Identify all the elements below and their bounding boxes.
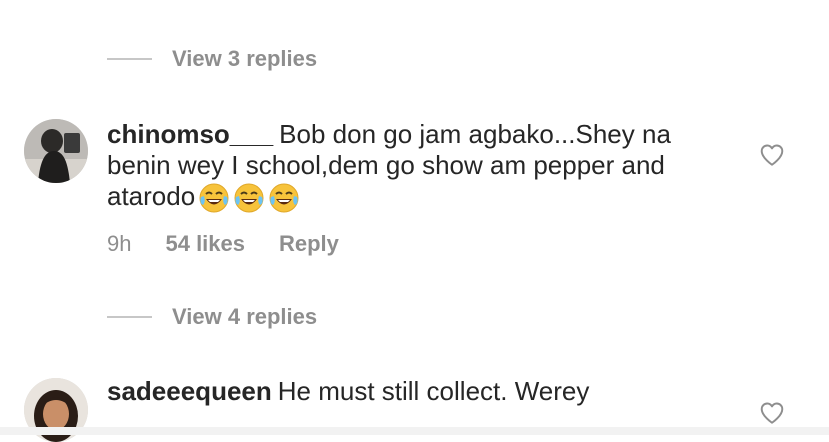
comment-body: sadeeequeen He must still collect. Werey <box>107 376 727 407</box>
avatar-photo <box>24 119 88 183</box>
likes-count[interactable]: 54 likes <box>165 231 245 257</box>
view-replies-button[interactable]: View 4 replies <box>107 302 317 332</box>
comment-meta: 9h 54 likes Reply <box>107 231 339 257</box>
comment-body: chinomso___ Bob don go jam agbako...Shey … <box>107 119 727 213</box>
view-replies-label: View 4 replies <box>172 304 318 329</box>
emoji-group <box>199 183 299 213</box>
face-with-tears-of-joy-icon <box>234 183 264 213</box>
comment-text: He must still collect. Werey <box>277 376 590 406</box>
face-with-tears-of-joy-icon <box>269 183 299 213</box>
heart-outline-icon[interactable] <box>759 400 785 426</box>
reply-thread-line <box>107 316 152 318</box>
avatar[interactable] <box>24 119 88 183</box>
bottom-toolbar-edge <box>0 427 829 435</box>
comment-timestamp: 9h <box>107 231 132 256</box>
reply-thread-line <box>107 58 152 60</box>
face-with-tears-of-joy-icon <box>199 183 229 213</box>
comment-username[interactable]: chinomso___ <box>107 119 273 149</box>
comment-username[interactable]: sadeeequeen <box>107 376 272 406</box>
view-replies-button[interactable]: View 3 replies <box>107 44 317 74</box>
reply-button[interactable]: Reply <box>279 231 339 257</box>
view-replies-label: View 3 replies <box>172 46 318 71</box>
heart-outline-icon[interactable] <box>759 142 785 168</box>
